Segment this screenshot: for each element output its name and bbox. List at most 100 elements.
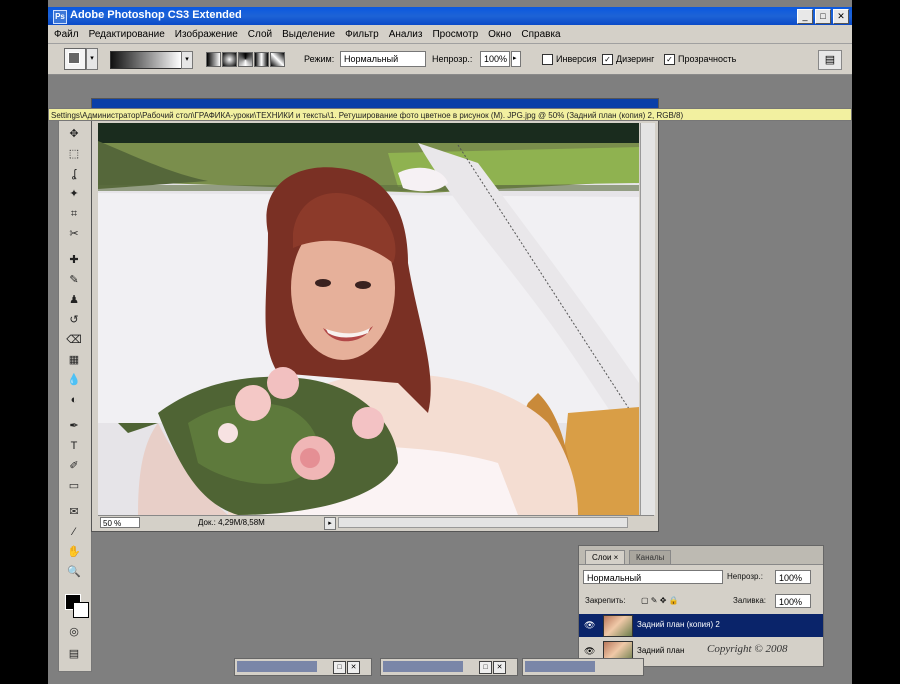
mode-select[interactable]: Нормальный: [340, 51, 426, 67]
minimized-document-2[interactable]: □ ✕: [380, 658, 518, 676]
layers-panel: Слои × Каналы Нормальный Непрозр.: 100% …: [578, 545, 824, 667]
image-canvas[interactable]: [98, 123, 639, 515]
vertical-scrollbar[interactable]: [640, 123, 655, 515]
tab-layers[interactable]: Слои ×: [585, 550, 626, 564]
dodge-tool-icon[interactable]: ◐: [63, 391, 85, 409]
tool-preset-picker[interactable]: [64, 48, 86, 70]
photoshop-window: Ps Adobe Photoshop CS3 Extended _ □ ✕ Фа…: [48, 0, 852, 684]
close-button[interactable]: ✕: [833, 9, 849, 24]
arrow-right-icon[interactable]: ▸: [324, 517, 336, 530]
type-tool-icon[interactable]: T: [63, 437, 85, 455]
brush-tool-icon[interactable]: ✎: [63, 271, 85, 289]
dither-checkbox[interactable]: ✓ Дизеринг: [602, 51, 654, 67]
close-icon[interactable]: ✕: [493, 661, 506, 674]
menu-analysis[interactable]: Анализ: [389, 29, 423, 40]
maximize-button[interactable]: □: [815, 9, 831, 24]
background-color-swatch[interactable]: [73, 602, 89, 618]
layer-name: Задний план: [637, 646, 685, 655]
path-selection-tool-icon[interactable]: ✒: [63, 417, 85, 435]
eye-icon[interactable]: 👁: [584, 646, 595, 656]
inverse-checkbox-box[interactable]: [542, 53, 553, 65]
transparency-checkbox-box[interactable]: ✓: [664, 53, 675, 65]
layer-name: Задний план (копия) 2: [637, 620, 720, 629]
lock-label: Закрепить:: [585, 596, 626, 605]
menu-filter[interactable]: Фильтр: [345, 29, 379, 40]
menu-file[interactable]: Файл: [54, 29, 79, 40]
layer-row-selected[interactable]: 👁 Задний план (копия) 2: [579, 614, 823, 637]
restore-icon[interactable]: □: [333, 661, 346, 674]
minimized-document-3[interactable]: [522, 658, 644, 676]
dither-label: Дизеринг: [616, 54, 655, 64]
transparency-label: Прозрачность: [678, 54, 737, 64]
slice-tool-icon[interactable]: ✂: [63, 225, 85, 243]
eyedropper-tool-icon[interactable]: ⁄: [63, 523, 85, 541]
minimize-button[interactable]: _: [797, 9, 813, 24]
mode-label: Режим:: [304, 54, 335, 64]
transparency-checkbox[interactable]: ✓ Прозрачность: [664, 51, 736, 67]
gradient-editor-swatch[interactable]: [110, 51, 182, 69]
window-title: Adobe Photoshop CS3 Extended: [70, 9, 242, 21]
chevron-down-icon[interactable]: ▾: [181, 51, 193, 69]
eye-icon[interactable]: 👁: [584, 620, 595, 630]
pen-tool-icon[interactable]: ✐: [63, 457, 85, 475]
document-size-info: Док.: 4,29M/8,58M: [198, 518, 265, 527]
angle-gradient-icon[interactable]: [238, 52, 253, 67]
photo-illustration: [98, 123, 639, 515]
tab-channels[interactable]: Каналы: [629, 550, 672, 564]
dither-checkbox-box[interactable]: ✓: [602, 53, 613, 65]
menu-image[interactable]: Изображение: [175, 29, 238, 40]
notes-tool-icon[interactable]: ✉: [63, 503, 85, 521]
restore-icon[interactable]: □: [479, 661, 492, 674]
workspace-icon[interactable]: ▤: [818, 50, 842, 70]
inverse-checkbox[interactable]: Инверсия: [542, 51, 597, 67]
toolbox: ✥ ⬚ ʆ ✦ ⌗ ✂ ✚ ✎ ♟ ↺ ⌫ ▦ 💧 ◐ ✒ T ✐ ▭ ✉ ⁄ …: [58, 120, 92, 672]
quick-mask-icon[interactable]: ◎: [63, 623, 85, 641]
options-bar: ▾ ▾ Режим: Нормальный Непрозр.: 100% ▸ И…: [48, 44, 852, 75]
layer-opacity-label: Непрозр.:: [727, 572, 763, 581]
minimized-document-1[interactable]: □ ✕: [234, 658, 372, 676]
crop-tool-icon[interactable]: ⌗: [63, 205, 85, 223]
fill-label: Заливка:: [733, 596, 767, 605]
eraser-tool-icon[interactable]: ⌫: [63, 331, 85, 349]
gradient-tool-icon[interactable]: ▦: [63, 351, 85, 369]
menu-layer[interactable]: Слой: [248, 29, 272, 40]
clone-stamp-tool-icon[interactable]: ♟: [63, 291, 85, 309]
document-path-tooltip: Settings\Администратор\Рабочий стол\ГРАФ…: [48, 108, 852, 121]
healing-brush-tool-icon[interactable]: ✚: [63, 251, 85, 269]
layer-thumbnail: [603, 615, 633, 637]
blend-mode-select[interactable]: Нормальный: [583, 570, 723, 584]
marquee-tool-icon[interactable]: ⬚: [63, 145, 85, 163]
arrow-right-icon[interactable]: ▸: [511, 51, 521, 67]
zoom-level-field[interactable]: 50 %: [100, 517, 140, 528]
title-bar[interactable]: Ps Adobe Photoshop CS3 Extended _ □ ✕: [48, 7, 852, 25]
linear-gradient-icon[interactable]: [206, 52, 221, 67]
chevron-down-icon[interactable]: ▾: [86, 48, 98, 70]
shape-tool-icon[interactable]: ▭: [63, 477, 85, 495]
menu-view[interactable]: Просмотр: [432, 29, 478, 40]
inverse-label: Инверсия: [556, 54, 597, 64]
lasso-tool-icon[interactable]: ʆ: [63, 165, 85, 183]
menu-help[interactable]: Справка: [521, 29, 560, 40]
horizontal-scrollbar[interactable]: [338, 517, 628, 528]
blur-tool-icon[interactable]: 💧: [63, 371, 85, 389]
menu-window[interactable]: Окно: [488, 29, 511, 40]
screen-mode-icon[interactable]: ▤: [63, 645, 85, 663]
fill-field[interactable]: 100%: [775, 594, 811, 608]
opacity-field[interactable]: 100%: [480, 51, 510, 67]
magic-wand-tool-icon[interactable]: ✦: [63, 185, 85, 203]
zoom-tool-icon[interactable]: 🔍: [63, 563, 85, 581]
reflected-gradient-icon[interactable]: [254, 52, 269, 67]
diamond-gradient-icon[interactable]: [270, 52, 285, 67]
document-status-bar: 50 % Док.: 4,29M/8,58M ▸: [98, 515, 654, 530]
history-brush-tool-icon[interactable]: ↺: [63, 311, 85, 329]
move-tool-icon[interactable]: ✥: [63, 125, 85, 143]
opacity-label: Непрозр.:: [432, 54, 473, 64]
close-icon[interactable]: ✕: [347, 661, 360, 674]
radial-gradient-icon[interactable]: [222, 52, 237, 67]
lock-icons[interactable]: ▢ ✎ ✥ 🔒: [641, 595, 679, 607]
layer-opacity-field[interactable]: 100%: [775, 570, 811, 584]
menu-edit[interactable]: Редактирование: [89, 29, 165, 40]
photoshop-app-icon: Ps: [53, 10, 67, 24]
hand-tool-icon[interactable]: ✋: [63, 543, 85, 561]
menu-select[interactable]: Выделение: [282, 29, 335, 40]
